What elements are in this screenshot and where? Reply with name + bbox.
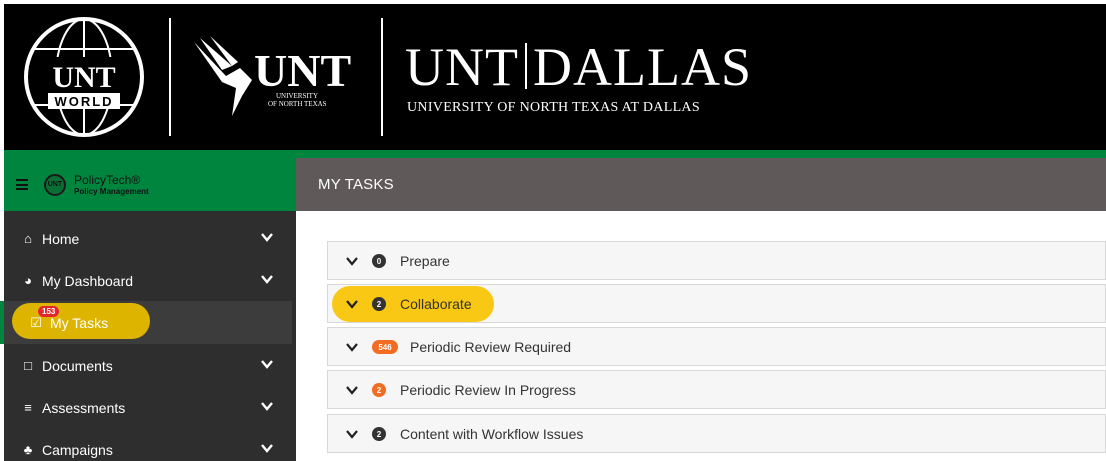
sidebar-item-my-tasks-content[interactable]: ☑ My Tasks: [8, 301, 148, 344]
unt-logo-sub-1: UNIVERSITY: [276, 92, 318, 100]
task-row-content-with-workflow-issues[interactable]: 2 Content with Workflow Issues: [327, 414, 1106, 453]
chevron-down-icon[interactable]: [260, 230, 274, 244]
task-count-badge: 2: [372, 297, 386, 311]
page-title: MY TASKS: [318, 176, 394, 193]
task-count-badge: 2: [372, 427, 386, 441]
task-row-periodic-review-in-progress[interactable]: 2 Periodic Review In Progress: [327, 370, 1106, 409]
task-label: Periodic Review In Progress: [400, 382, 576, 398]
task-label: Content with Workflow Issues: [400, 426, 584, 442]
unt-logo-sub-2: OF NORTH TEXAS: [268, 100, 327, 108]
globe-bottom-text: WORLD: [54, 94, 113, 109]
home-icon: ⌂: [24, 231, 32, 246]
chevron-down-icon[interactable]: [260, 357, 274, 371]
header-green-strip: [4, 150, 1106, 158]
unt-world-logo: UNT WORLD: [24, 17, 144, 137]
header-divider: [169, 18, 171, 136]
sidebar-item-label: Home: [42, 230, 80, 247]
dashboard-icon: ◕: [24, 273, 32, 288]
chevron-down-icon[interactable]: [346, 341, 358, 353]
task-row-periodic-review-required[interactable]: 546 Periodic Review Required: [327, 327, 1106, 366]
unt-logo-text: UNT: [254, 45, 351, 96]
chevron-down-icon[interactable]: [260, 399, 274, 413]
sidebar-item-assessments[interactable]: ≡ Assessments: [0, 386, 292, 429]
sidebar-item-campaigns[interactable]: ♣ Campaigns: [0, 428, 292, 461]
chevron-down-icon[interactable]: [260, 272, 274, 286]
dallas-left-text: UNT: [405, 37, 519, 97]
chevron-down-icon[interactable]: [346, 255, 358, 267]
brand-name: PolicyTech®: [74, 172, 141, 187]
sidebar-item-label: My Tasks: [50, 314, 109, 331]
policytech-logo: UNT: [44, 173, 66, 196]
policytech-brand: PolicyTech® Policy Management: [74, 174, 149, 196]
chevron-down-icon[interactable]: [260, 441, 274, 455]
task-label: Periodic Review Required: [410, 339, 572, 355]
chevron-down-icon[interactable]: [346, 428, 358, 440]
sidebar-item-label: My Dashboard: [42, 272, 134, 289]
main-header: MY TASKS: [296, 158, 1106, 211]
app-brand-bar: UNT PolicyTech® Policy Management: [4, 158, 296, 211]
task-count-badge: 0: [372, 254, 386, 268]
header-divider-2: [381, 18, 383, 136]
sidebar-item-my-dashboard[interactable]: ◕ My Dashboard: [0, 259, 292, 302]
task-label: Collaborate: [400, 296, 472, 312]
task-count-badge: 2: [372, 383, 386, 397]
document-icon: □: [24, 358, 32, 373]
unt-dallas-subtitle: UNIVERSITY OF NORTH TEXAS AT DALLAS: [407, 100, 700, 115]
unt-dallas-title: UNT DALLAS: [405, 40, 752, 94]
tasks-count-badge: 153: [38, 306, 60, 317]
sidebar-item-label: Campaigns: [42, 441, 113, 458]
brand-sub: Policy Management: [74, 186, 149, 196]
dallas-right-text: DALLAS: [532, 37, 752, 97]
sidebar-item-label: Documents: [42, 357, 113, 374]
list-icon: ≡: [24, 400, 32, 415]
task-label: Prepare: [400, 253, 450, 269]
campaign-icon: ♣: [23, 442, 33, 457]
sidebar-item-documents[interactable]: □ Documents: [0, 344, 292, 387]
unt-eagle-logo: UNT UNIVERSITY OF NORTH TEXAS: [194, 36, 351, 116]
sidebar-item-label: Assessments: [42, 399, 126, 416]
hamburger-menu-icon[interactable]: [16, 179, 28, 190]
chevron-down-icon[interactable]: [346, 298, 358, 310]
dallas-bar: [524, 43, 527, 89]
task-row-collaborate-content[interactable]: 2 Collaborate: [327, 284, 1106, 323]
task-row-prepare[interactable]: 0 Prepare: [327, 241, 1106, 280]
sidebar-item-home[interactable]: ⌂ Home: [0, 217, 292, 260]
chevron-down-icon[interactable]: [346, 384, 358, 396]
task-count-badge: 546: [372, 340, 398, 354]
globe-top-text: UNT: [52, 61, 115, 94]
